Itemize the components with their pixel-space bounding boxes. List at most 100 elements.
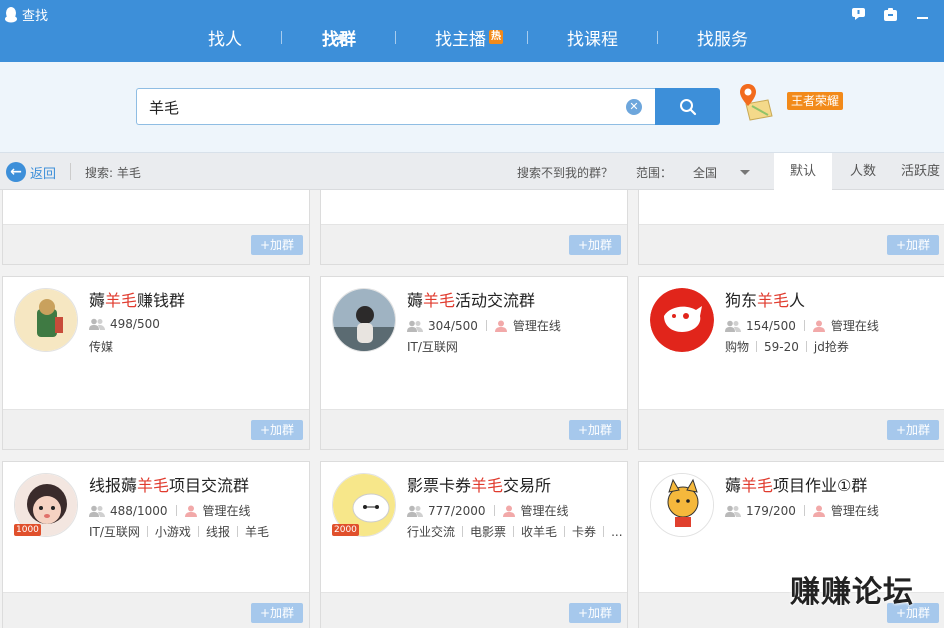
group-card[interactable]: 薅羊毛赚钱群 498/500 传媒 +加群 <box>2 276 310 450</box>
hot-search-tag[interactable]: 王者荣耀 <box>787 92 844 110</box>
admin-online-icon <box>812 505 825 517</box>
forum-watermark: 赚赚论坛 <box>790 575 914 610</box>
group-tag: 线报 <box>205 525 230 539</box>
group-tag: 小游戏 <box>154 525 191 539</box>
group-meta: 154/500 管理在线 <box>725 317 879 334</box>
group-avatar[interactable] <box>650 473 714 537</box>
location-map-icon[interactable] <box>738 82 774 122</box>
title-tab-bar: 查找 找人 找群 找主播热 找课程 找服务 <box>0 0 944 62</box>
join-group-button[interactable]: +加群 <box>251 603 303 623</box>
group-name[interactable]: 薅羊毛活动交流群 <box>407 287 535 311</box>
group-card[interactable]: 狗东羊毛人 154/500 管理在线 购物 59-20 jd抢券 +加群 <box>638 276 944 450</box>
join-group-button[interactable]: +加群 <box>569 235 621 255</box>
back-arrow-icon: ← <box>6 162 26 182</box>
search-button[interactable] <box>655 88 720 125</box>
photo-avatar-icon <box>333 289 395 351</box>
meta-divider <box>485 320 487 331</box>
search-area: ✕ 王者荣耀 <box>0 62 944 153</box>
search-box: ✕ <box>136 88 656 125</box>
group-avatar[interactable] <box>650 288 714 352</box>
admin-online-icon <box>812 320 825 332</box>
tab-find-people[interactable]: 找人 <box>208 25 242 50</box>
cartoon-dog-avatar-icon <box>651 474 713 536</box>
join-group-button[interactable]: +加群 <box>251 235 303 255</box>
group-tags: 购物 59-20 jd抢券 <box>725 338 849 355</box>
sort-activity[interactable]: 活跃度 <box>901 153 944 190</box>
group-tags: 传媒 <box>89 338 113 355</box>
group-card[interactable]: 2000 影票卡券羊毛交易所 777/2000 管理在线 行业交流 电影票 收羊… <box>320 461 628 628</box>
join-group-button[interactable]: +加群 <box>569 420 621 440</box>
group-meta: 488/1000 管理在线 <box>89 502 251 519</box>
search-input[interactable] <box>149 97 609 117</box>
admin-status: 管理在线 <box>512 319 561 333</box>
admin-status: 管理在线 <box>830 319 879 333</box>
clear-search-icon[interactable]: ✕ <box>626 99 642 115</box>
join-group-button[interactable]: +加群 <box>569 603 621 623</box>
group-name[interactable]: 影票卡券羊毛交易所 <box>407 472 551 496</box>
filter-bar: ← 返回 搜索: 羊毛 搜索不到我的群？ 范围： 全国 默认 人数 活跃度 <box>0 153 944 190</box>
group-card[interactable]: 薅羊毛活动交流群 304/500 管理在线 IT/互联网 +加群 <box>320 276 628 450</box>
group-name[interactable]: 狗东羊毛人 <box>725 287 805 311</box>
group-tag: 电影票 <box>470 525 507 539</box>
member-count: 304/500 <box>428 318 478 333</box>
group-card-partial: +加群 <box>320 190 628 265</box>
admin-status: 管理在线 <box>202 504 251 518</box>
group-avatar[interactable] <box>332 288 396 352</box>
join-group-button[interactable]: +加群 <box>887 235 939 255</box>
group-name[interactable]: 薅羊毛项目作业①群 <box>725 472 867 496</box>
group-tag: ... <box>611 524 623 539</box>
group-name[interactable]: 线报薅羊毛项目交流群 <box>89 472 249 496</box>
tab-divider <box>395 31 396 44</box>
member-count: 154/500 <box>746 318 796 333</box>
group-card-partial: +加群 <box>638 190 944 265</box>
range-dropdown[interactable]: 全国 <box>693 164 717 181</box>
admin-online-icon <box>184 505 197 517</box>
member-count: 777/2000 <box>428 503 486 518</box>
chevron-down-icon[interactable] <box>740 170 750 175</box>
group-card-partial: +加群 <box>2 190 310 265</box>
tab-find-streamer[interactable]: 找主播热 <box>435 25 503 50</box>
admin-status: 管理在线 <box>520 504 569 518</box>
member-count: 488/1000 <box>110 503 168 518</box>
hot-badge: 热 <box>489 30 503 44</box>
group-meta: 179/200 管理在线 <box>725 502 879 519</box>
group-card[interactable]: 1000 线报薅羊毛项目交流群 488/1000 管理在线 IT/互联网 小游戏… <box>2 461 310 628</box>
members-icon <box>89 505 105 517</box>
tab-divider <box>281 31 282 44</box>
qq-penguin-icon <box>5 6 17 22</box>
group-meta: 498/500 <box>89 317 160 331</box>
member-count: 498/500 <box>110 317 160 331</box>
group-tag: 行业交流 <box>407 525 456 539</box>
group-tag: jd抢券 <box>813 340 849 354</box>
group-tags: 行业交流 电影票 收羊毛 卡券 ... <box>407 523 623 540</box>
tab-find-course[interactable]: 找课程 <box>567 25 618 50</box>
sort-default[interactable]: 默认 <box>774 153 832 190</box>
group-name[interactable]: 薅羊毛赚钱群 <box>89 287 185 311</box>
group-meta: 777/2000 管理在线 <box>407 502 569 519</box>
cant-find-my-group-link[interactable]: 搜索不到我的群？ <box>517 164 613 181</box>
group-level-badge: 2000 <box>332 524 359 536</box>
group-meta: 304/500 管理在线 <box>407 317 561 334</box>
group-tag: 传媒 <box>89 340 114 354</box>
members-icon <box>725 505 741 517</box>
admin-status: 管理在线 <box>830 504 879 518</box>
minimize-icon[interactable] <box>914 6 930 22</box>
group-tags: IT/互联网 小游戏 线报 羊毛 <box>89 523 269 540</box>
range-label: 范围： <box>636 166 673 180</box>
join-group-button[interactable]: +加群 <box>887 420 939 440</box>
back-button[interactable]: ← 返回 <box>6 162 56 182</box>
meta-divider <box>803 505 805 516</box>
join-group-button[interactable]: +加群 <box>251 420 303 440</box>
tab-find-service[interactable]: 找服务 <box>697 25 748 50</box>
group-tag: IT/互联网 <box>89 525 140 539</box>
members-icon <box>407 320 423 332</box>
sort-members[interactable]: 人数 <box>833 153 893 190</box>
group-avatar[interactable] <box>14 288 78 352</box>
main-tabs: 找人 找群 找主播热 找课程 找服务 <box>0 22 944 62</box>
group-tag: 羊毛 <box>244 525 269 539</box>
member-count: 179/200 <box>746 503 796 518</box>
feedback-icon[interactable] <box>850 6 866 22</box>
group-tags: IT/互联网 <box>407 338 458 355</box>
admin-online-icon <box>494 320 507 332</box>
skin-icon[interactable] <box>882 6 898 22</box>
